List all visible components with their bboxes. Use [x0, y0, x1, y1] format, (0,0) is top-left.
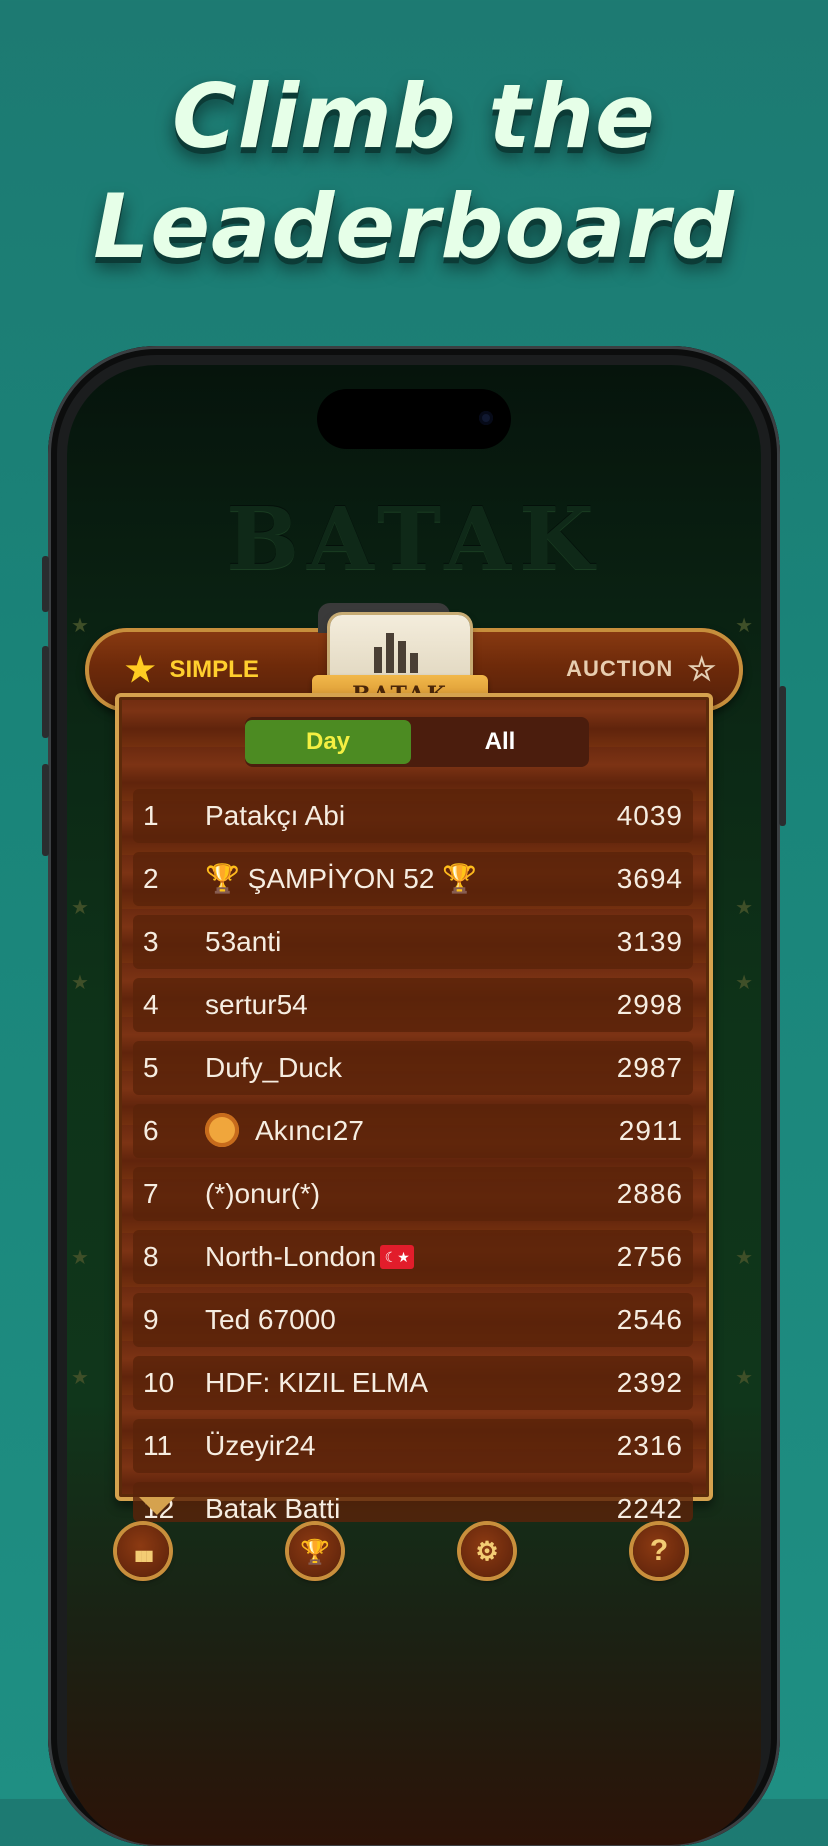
leaderboard-icon: ▮▮▮ [134, 1547, 153, 1563]
leaderboard-row[interactable]: 3 53anti 3139 [133, 915, 693, 969]
row-player-name: 53anti [205, 926, 282, 957]
settings-nav-button[interactable]: ⚙ [461, 1525, 513, 1577]
row-rank: 5 [143, 1052, 159, 1083]
phone-mute-switch [42, 556, 49, 612]
decor-star-icon: ★ [71, 615, 89, 637]
row-score: 2911 [618, 1115, 683, 1146]
leaderboard-panel: Day All 1 Patakçı Abi 4039 2 🏆 ŞAMPİYON … [115, 693, 713, 1524]
mode-auction-label: AUCTION [566, 656, 674, 681]
promo-headline: Climb the Leaderboard [0, 62, 828, 282]
row-rank: 10 [143, 1367, 175, 1398]
row-rank: 11 [143, 1430, 173, 1461]
decor-star-icon: ★ [71, 897, 89, 919]
leaderboard-row[interactable]: 6 Akıncı27 2911 [133, 1104, 693, 1158]
mode-simple-tab[interactable]: ★ SIMPLE [125, 651, 259, 689]
trophy-emoji-icon: 🏆 [442, 863, 478, 894]
headline-line-1: Climb the [172, 65, 656, 168]
decor-star-icon: ★ [735, 897, 753, 919]
star-outline-icon: ☆ [687, 651, 717, 687]
mode-auction-tab[interactable]: AUCTION ☆ [566, 651, 717, 687]
help-nav-button[interactable]: ? [633, 1525, 685, 1577]
period-toggle: Day All [245, 717, 589, 767]
row-score: 3694 [616, 863, 683, 894]
row-rank: 1 [143, 800, 159, 831]
decor-star-icon: ★ [71, 1247, 89, 1269]
period-all-button[interactable]: All [417, 720, 583, 764]
leaderboard-nav-button[interactable]: ▮▮▮ [117, 1525, 169, 1577]
row-score: 2392 [616, 1367, 683, 1398]
decor-star-icon: ★ [735, 1247, 753, 1269]
row-player-name: Patakçı Abi [205, 800, 346, 831]
bar-chart-icon [374, 633, 418, 673]
app-screen: BATAK ★ ★ ★ ★ ★ ★ ★ ★ ★ ★ ★ SIMPLE AUCTI… [67, 365, 761, 1845]
row-player-name: ŞAMPİYON 52 [247, 863, 435, 894]
star-filled-icon: ★ [125, 651, 156, 689]
leaderboard-row[interactable]: 10 HDF: KIZIL ELMA 2392 [133, 1356, 693, 1410]
phone-volume-up [42, 646, 49, 738]
decor-star-icon: ★ [71, 972, 89, 994]
row-score: 2546 [616, 1304, 683, 1335]
help-icon: ? [649, 1534, 669, 1567]
row-score: 2886 [616, 1178, 683, 1209]
row-score: 2987 [616, 1052, 683, 1083]
row-score: 2316 [616, 1430, 683, 1461]
phone-power-button [779, 686, 786, 826]
leaderboard-row[interactable]: 5 Dufy_Duck 2987 [133, 1041, 693, 1095]
leaderboard-row[interactable]: 11 Üzeyir24 2316 [133, 1419, 693, 1473]
turkey-flag-icon: ☾★ [380, 1244, 415, 1269]
row-score: 2998 [616, 989, 683, 1020]
row-player-name: Dufy_Duck [205, 1052, 342, 1083]
lion-emoji-icon [205, 1112, 239, 1147]
row-rank: 9 [143, 1304, 159, 1335]
period-day-button[interactable]: Day [245, 720, 411, 764]
leaderboard-row[interactable]: 4 sertur54 2998 [133, 978, 693, 1032]
headline-line-2: Leaderboard [93, 175, 735, 278]
row-score: 2756 [616, 1241, 683, 1272]
row-player-name: North-London [205, 1241, 377, 1272]
row-score: 4039 [616, 800, 683, 831]
row-rank: 3 [143, 926, 159, 957]
trophy-nav-button[interactable]: 🏆 [289, 1525, 341, 1577]
mode-simple-label: SIMPLE [169, 656, 259, 683]
game-title-watermark: BATAK [226, 489, 602, 590]
bottom-nav: ▮▮▮ 🏆 ⚙ ? [67, 1515, 761, 1635]
row-rank: 2 [143, 863, 159, 894]
decor-star-icon: ★ [735, 972, 753, 994]
decor-star-icon: ★ [71, 1367, 89, 1389]
row-player-name: (*)onur(*) [205, 1178, 321, 1209]
row-rank: 8 [143, 1241, 159, 1272]
row-rank: 6 [143, 1115, 159, 1146]
leaderboard-row[interactable]: 8 North-London ☾★ 2756 [133, 1230, 693, 1284]
leaderboard-row[interactable]: 2 🏆 ŞAMPİYON 52 🏆 3694 [133, 852, 693, 906]
trophy-emoji-icon: 🏆 [205, 863, 240, 894]
row-player-name: HDF: KIZIL ELMA [205, 1367, 429, 1398]
row-player-name: Üzeyir24 [205, 1430, 316, 1461]
active-tab-pointer [139, 1497, 175, 1515]
row-score: 3139 [616, 926, 683, 957]
trophy-icon: 🏆 [300, 1539, 330, 1566]
row-rank: 4 [143, 989, 159, 1020]
phone-frame: BATAK ★ ★ ★ ★ ★ ★ ★ ★ ★ ★ ★ SIMPLE AUCTI… [42, 346, 786, 1846]
phone-volume-down [42, 764, 49, 856]
settings-icon: ⚙ [475, 1536, 499, 1566]
row-player-name-group: North-London ☾★ [205, 1230, 415, 1284]
front-camera [479, 411, 493, 425]
row-player-name-group: Akıncı27 [205, 1104, 364, 1158]
row-rank: 7 [143, 1178, 159, 1209]
leaderboard-row[interactable]: 9 Ted 67000 2546 [133, 1293, 693, 1347]
row-player-name: Ted 67000 [205, 1304, 336, 1335]
leaderboard-row[interactable]: 1 Patakçı Abi 4039 [133, 789, 693, 843]
row-player-name-group: 🏆 ŞAMPİYON 52 🏆 [205, 852, 477, 906]
leaderboard-row[interactable]: 7 (*)onur(*) 2886 [133, 1167, 693, 1221]
decor-star-icon: ★ [735, 1367, 753, 1389]
row-player-name: Akıncı27 [255, 1115, 364, 1146]
row-player-name: sertur54 [205, 989, 308, 1020]
decor-star-icon: ★ [735, 615, 753, 637]
